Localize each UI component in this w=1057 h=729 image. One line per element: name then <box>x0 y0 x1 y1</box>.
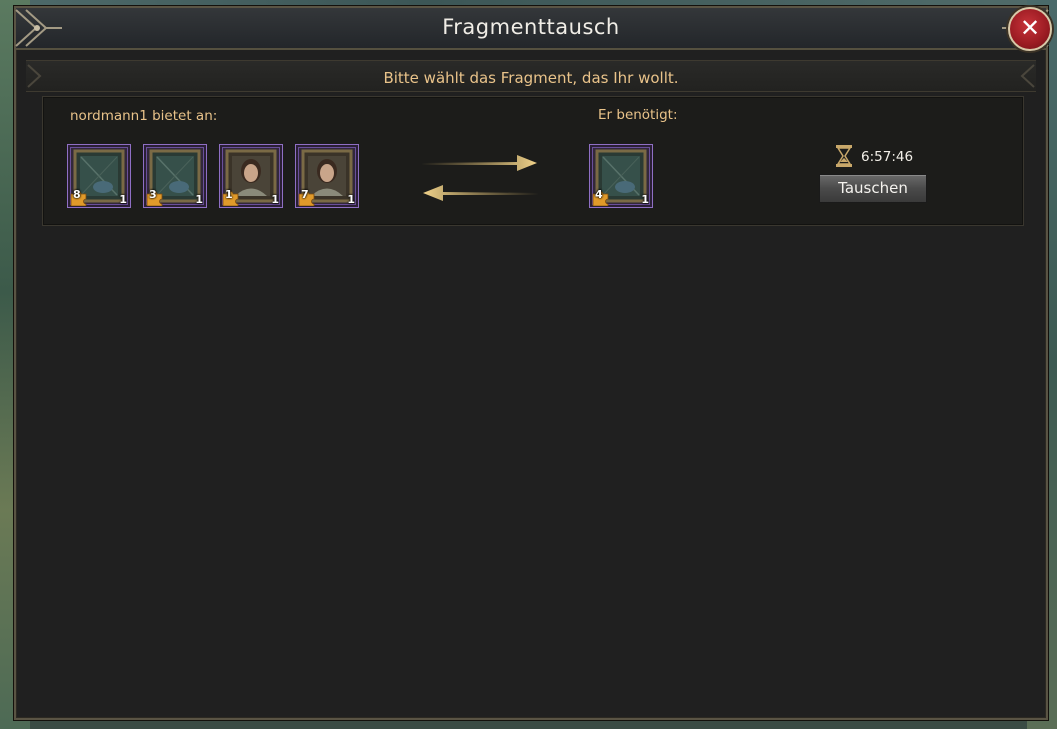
fragment-exchange-window: Fragmenttausch ✕ Bitte wählt das Fragmen… <box>14 6 1052 720</box>
close-icon: ✕ <box>1019 14 1041 42</box>
needed-fragment-item[interactable]: 4 1 <box>589 144 653 208</box>
fragment-number: 1 <box>225 188 233 201</box>
fragment-quantity: 1 <box>641 193 649 206</box>
title-bar: Fragmenttausch ✕ <box>15 7 1052 51</box>
subheader-ornament-right-icon <box>1020 64 1035 88</box>
need-label: Er benötigt: <box>598 107 678 123</box>
offered-fragment-item[interactable]: 3 1 <box>143 144 207 208</box>
exchange-arrows-icon <box>421 155 539 201</box>
offered-fragment-item[interactable]: 1 1 <box>219 144 283 208</box>
tauschen-button[interactable]: Tauschen <box>819 174 927 203</box>
offer-label: nordmann1 bietet an: <box>70 108 218 124</box>
fragment-quantity: 1 <box>347 193 355 206</box>
hourglass-icon <box>836 145 852 167</box>
fragment-number: 8 <box>73 188 81 201</box>
window-title: Fragmenttausch <box>442 15 620 39</box>
fragment-quantity: 1 <box>271 193 279 206</box>
fragment-number: 7 <box>301 188 309 201</box>
fragment-number: 3 <box>149 188 157 201</box>
offered-fragment-item[interactable]: 8 1 <box>67 144 131 208</box>
trade-offer-row: nordmann1 bietet an: Er benötigt: 8 1 3 … <box>42 96 1024 226</box>
fragment-quantity: 1 <box>119 193 127 206</box>
offered-fragment-item[interactable]: 7 1 <box>295 144 359 208</box>
trade-timer: 6:57:46 <box>861 149 914 165</box>
fragment-quantity: 1 <box>195 193 203 206</box>
instruction-bar: Bitte wählt das Fragment, das Ihr wollt. <box>26 60 1036 92</box>
fragment-number: 4 <box>595 188 603 201</box>
close-button[interactable]: ✕ <box>1008 7 1052 51</box>
instruction-text: Bitte wählt das Fragment, das Ihr wollt. <box>383 69 679 87</box>
